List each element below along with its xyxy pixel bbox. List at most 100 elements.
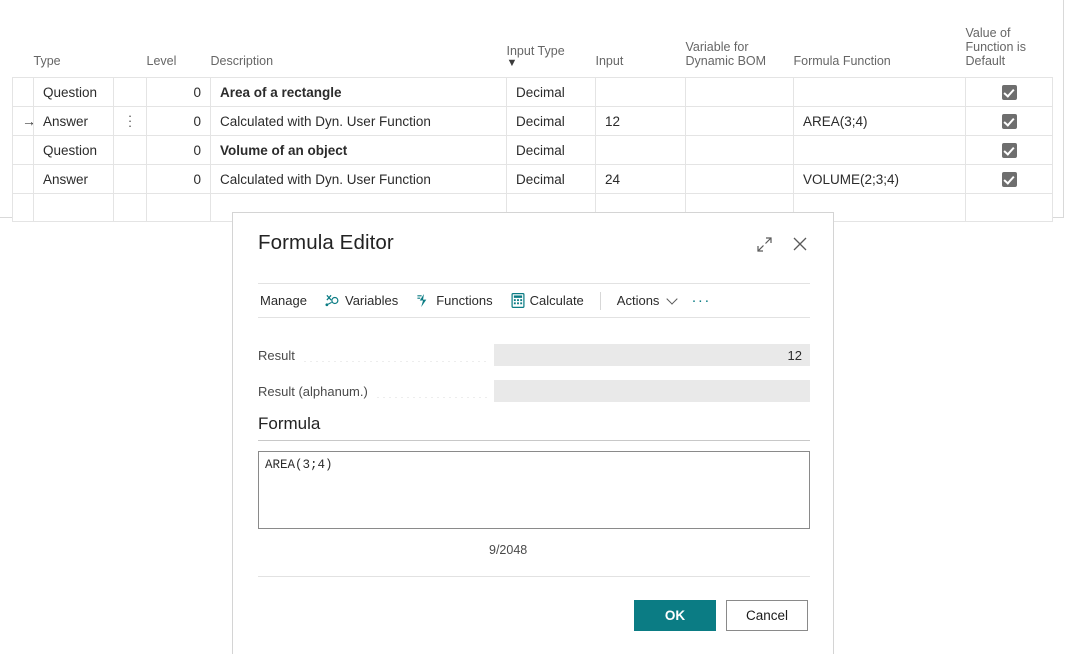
dialog-footer-divider xyxy=(258,576,810,577)
cell-type[interactable]: Answer xyxy=(34,107,114,136)
col-header-variable-dyn-bom[interactable]: Variable for Dynamic BOM xyxy=(686,0,794,78)
cell-level[interactable] xyxy=(147,194,211,222)
table-row[interactable]: Question 0 Volume of an object Decimal xyxy=(13,136,1053,165)
col-header-dots xyxy=(114,0,147,78)
col-header-level[interactable]: Level xyxy=(147,0,211,78)
toolbar-actions-label: Actions xyxy=(617,293,660,308)
cell-value-is-default[interactable] xyxy=(966,78,1053,107)
cell-description[interactable]: Area of a rectangle xyxy=(211,78,507,107)
col-header-description-label: Description xyxy=(211,54,507,68)
cell-input-type[interactable]: Decimal xyxy=(507,136,596,165)
toolbar-variables-label: Variables xyxy=(345,293,398,308)
lines-table: Type Level Description Input Type ▼ Inpu… xyxy=(12,0,1053,222)
cell-value-is-default[interactable] xyxy=(966,136,1053,165)
cell-variable-dyn-bom[interactable] xyxy=(686,107,794,136)
formula-lines-grid: Type Level Description Input Type ▼ Inpu… xyxy=(0,0,1064,218)
cell-row-menu[interactable] xyxy=(114,194,147,222)
col-header-input-type[interactable]: Input Type ▼ xyxy=(507,0,596,78)
col-header-type[interactable]: Type xyxy=(34,0,114,78)
table-row[interactable]: Answer 0 Calculated with Dyn. User Funct… xyxy=(13,165,1053,194)
cell-row-menu[interactable]: ··· xyxy=(114,107,147,136)
cell-row-menu[interactable] xyxy=(114,136,147,165)
toolbar-variables[interactable]: Variables xyxy=(316,284,407,317)
cell-type[interactable]: Answer xyxy=(34,165,114,194)
cell-value-is-default[interactable] xyxy=(966,165,1053,194)
dialog-buttons: OK Cancel xyxy=(634,600,808,631)
close-icon[interactable] xyxy=(789,233,811,255)
cell-input[interactable] xyxy=(596,136,686,165)
functions-icon xyxy=(416,293,431,308)
filter-icon[interactable]: ▼ xyxy=(507,59,596,68)
result-input[interactable] xyxy=(494,344,810,366)
dialog-header-actions xyxy=(753,233,811,255)
toolbar-actions[interactable]: Actions xyxy=(608,284,686,317)
checkbox-checked-icon[interactable] xyxy=(1002,172,1017,187)
cell-description[interactable]: Calculated with Dyn. User Function xyxy=(211,107,507,136)
col-header-formula-function[interactable]: Formula Function xyxy=(794,0,966,78)
cell-variable-dyn-bom[interactable] xyxy=(686,165,794,194)
formula-section-title: Formula xyxy=(258,414,810,441)
toolbar-manage-label: Manage xyxy=(260,293,307,308)
cell-description[interactable]: Volume of an object xyxy=(211,136,507,165)
cell-type[interactable]: Question xyxy=(34,78,114,107)
cell-level[interactable]: 0 xyxy=(147,165,211,194)
toolbar-more-icon[interactable]: ··· xyxy=(685,292,717,309)
checkbox-checked-icon[interactable] xyxy=(1002,114,1017,129)
cell-level[interactable]: 0 xyxy=(147,107,211,136)
row-indicator xyxy=(13,78,34,107)
table-row[interactable]: Question 0 Area of a rectangle Decimal xyxy=(13,78,1053,107)
checkbox-checked-icon[interactable] xyxy=(1002,143,1017,158)
dialog-toolbar: Manage Variables xyxy=(258,283,810,318)
toolbar-calculate[interactable]: Calculate xyxy=(502,284,593,317)
cell-input[interactable]: 24 xyxy=(596,165,686,194)
expand-icon[interactable] xyxy=(753,233,775,255)
cell-level[interactable]: 0 xyxy=(147,78,211,107)
cell-row-menu[interactable] xyxy=(114,165,147,194)
cell-variable-dyn-bom[interactable] xyxy=(686,136,794,165)
row-indicator xyxy=(13,194,34,222)
cancel-button[interactable]: Cancel xyxy=(726,600,808,631)
cell-input-type[interactable]: Decimal xyxy=(507,78,596,107)
result-alphanum-input[interactable] xyxy=(494,380,810,402)
cell-value-is-default[interactable] xyxy=(966,107,1053,136)
col-header-value-is-default[interactable]: Value of Function is Default xyxy=(966,0,1053,78)
dialog-title: Formula Editor xyxy=(258,231,394,255)
checkbox-checked-icon[interactable] xyxy=(1002,85,1017,100)
result-alphanum-label: Result (alphanum.) xyxy=(258,384,368,399)
row-menu-icon[interactable]: ··· xyxy=(128,110,132,128)
cell-type[interactable] xyxy=(34,194,114,222)
col-header-variable-line2: Dynamic BOM xyxy=(686,54,794,68)
col-header-input[interactable]: Input xyxy=(596,0,686,78)
ok-button[interactable]: OK xyxy=(634,600,716,631)
col-header-variable-line1: Variable for xyxy=(686,40,794,54)
cell-level[interactable]: 0 xyxy=(147,136,211,165)
col-header-input-label: Input xyxy=(596,54,686,68)
app-screen: Type Level Description Input Type ▼ Inpu… xyxy=(0,0,1065,654)
cell-formula-function[interactable] xyxy=(794,78,966,107)
cell-value-is-default[interactable] xyxy=(966,194,1053,222)
cell-type[interactable]: Question xyxy=(34,136,114,165)
result-alphanum-field-row: Result (alphanum.) xyxy=(258,380,810,402)
col-header-description[interactable]: Description xyxy=(211,0,507,78)
toolbar-functions[interactable]: Functions xyxy=(407,284,501,317)
cell-input[interactable]: 12 xyxy=(596,107,686,136)
cell-row-menu[interactable] xyxy=(114,78,147,107)
cell-input[interactable] xyxy=(596,78,686,107)
toolbar-manage[interactable]: Manage xyxy=(258,284,316,317)
row-indicator xyxy=(13,165,34,194)
formula-textarea[interactable]: AREA(3;4) xyxy=(258,451,810,529)
toolbar-calculate-label: Calculate xyxy=(530,293,584,308)
cell-input-type[interactable]: Decimal xyxy=(507,165,596,194)
table-body: Question 0 Area of a rectangle Decimal → xyxy=(13,78,1053,222)
chevron-down-icon xyxy=(667,293,678,304)
cell-formula-function[interactable] xyxy=(794,136,966,165)
cell-formula-function[interactable]: AREA(3;4) xyxy=(794,107,966,136)
cell-description[interactable]: Calculated with Dyn. User Function xyxy=(211,165,507,194)
table-row[interactable]: → Answer ··· 0 Calculated with Dyn. User… xyxy=(13,107,1053,136)
col-header-default-line1: Value of xyxy=(966,26,1053,40)
cell-input-type[interactable]: Decimal xyxy=(507,107,596,136)
table-header: Type Level Description Input Type ▼ Inpu… xyxy=(13,0,1053,78)
cell-variable-dyn-bom[interactable] xyxy=(686,78,794,107)
cell-formula-function[interactable]: VOLUME(2;3;4) xyxy=(794,165,966,194)
col-header-input-type-label: Input Type xyxy=(507,44,596,58)
